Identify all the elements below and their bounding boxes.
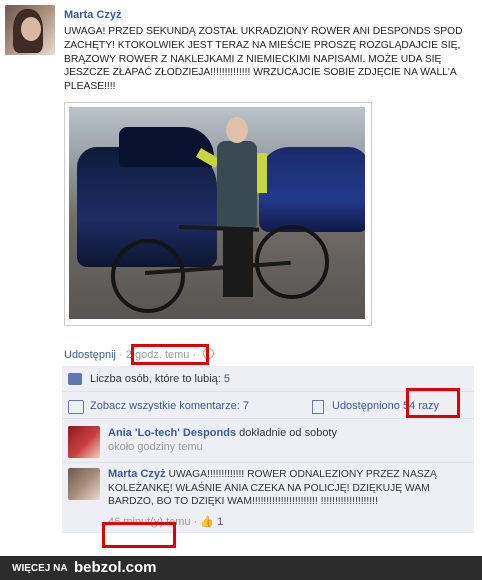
post-author-link[interactable]: Marta Czyż [64, 9, 121, 21]
open-trunk [119, 127, 214, 167]
facebook-post: Marta Czyż UWAGA! PRZED SEKUNDĄ ZOSTAŁ U… [0, 0, 482, 556]
post-photo[interactable] [64, 102, 372, 326]
view-all-comments-link[interactable]: Zobacz wszystkie komentarze: 7 [90, 400, 249, 412]
person-torso [217, 141, 257, 231]
highlight-box-comment-time [102, 522, 176, 548]
comment-author-link[interactable]: Marta Czyż [108, 468, 165, 480]
comment-text: dokładnie od soboty [239, 427, 337, 439]
commenter-avatar[interactable] [68, 426, 100, 458]
highlight-box-time [131, 344, 209, 365]
likes-count-link[interactable]: 5 [224, 373, 230, 385]
divider [62, 418, 474, 419]
thumbs-up-icon [68, 373, 82, 385]
site-footer: WIĘCEJ NA bebzol.com [0, 556, 482, 580]
shared-label[interactable]: Udostępniono [332, 400, 400, 412]
more-on-label: WIĘCEJ NA [12, 563, 68, 574]
bike-photo-image [69, 107, 365, 319]
blue-car-right [259, 147, 365, 232]
likes-text: Liczba osób, które to lubią: [90, 373, 221, 385]
comment-icon [68, 400, 84, 414]
meta-separator: · [193, 515, 198, 528]
divider [62, 462, 474, 463]
share-icon [312, 400, 324, 414]
commenter-avatar[interactable] [68, 468, 100, 500]
site-logo[interactable]: bebzol.com [74, 559, 157, 576]
avatar-face [21, 17, 41, 41]
likes-row: Liczba osób, które to lubią: 5 [62, 373, 474, 385]
share-link[interactable]: Udostępnij [64, 349, 116, 361]
comment-author-link[interactable]: Ania 'Lo-tech' Desponds [108, 427, 236, 439]
comment-like-count[interactable]: 1 [217, 516, 223, 528]
author-avatar[interactable] [5, 5, 55, 55]
person-head [226, 117, 248, 143]
comment-like-thumb-icon[interactable]: 👍 [200, 516, 214, 528]
comment-1: Ania 'Lo-tech' Desponds dokładnie od sob… [62, 424, 474, 464]
post-message: UWAGA! PRZED SEKUNDĄ ZOSTAŁ UKRADZIONY R… [64, 26, 463, 93]
meta-separator: · [119, 349, 123, 361]
person-legs [223, 227, 253, 297]
highlight-box-shares [406, 388, 460, 418]
bike-wheel-rear [111, 239, 185, 313]
comment-timestamp[interactable]: około godziny temu [108, 441, 468, 453]
